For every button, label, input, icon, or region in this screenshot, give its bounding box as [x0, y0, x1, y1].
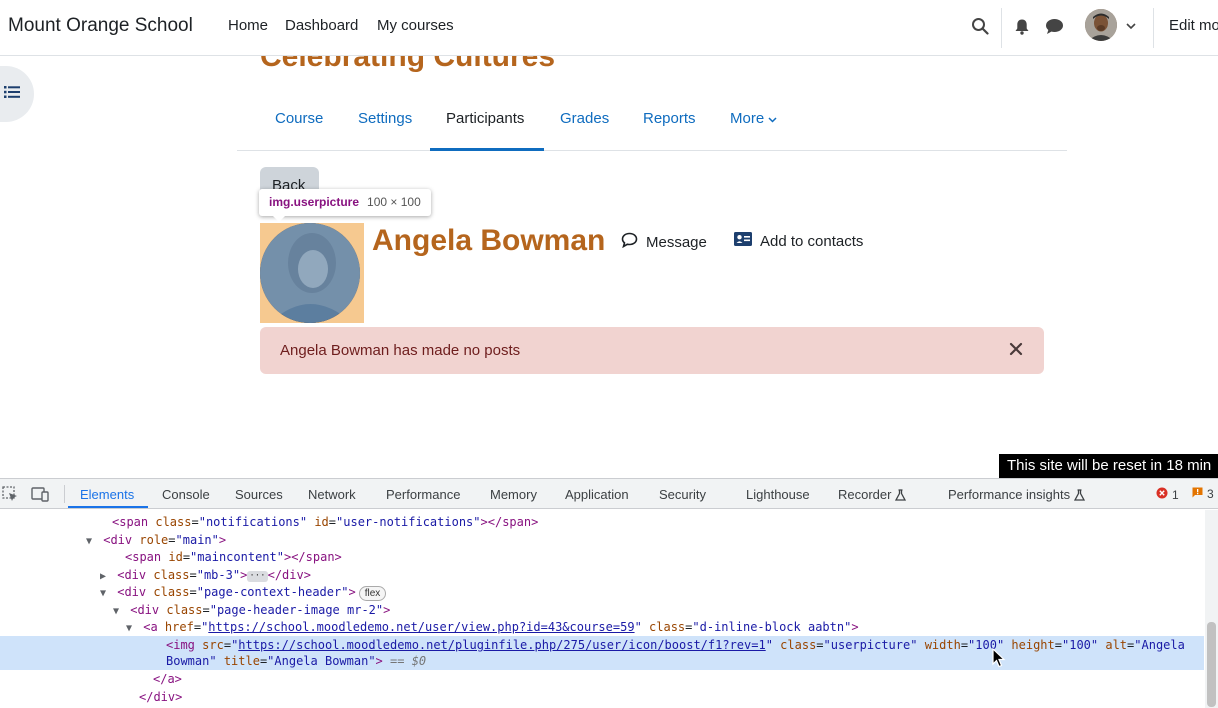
- tooltip-arrow: [272, 215, 286, 222]
- devtools-tab-network[interactable]: Network: [308, 487, 356, 502]
- nav-link-dashboard[interactable]: Dashboard: [285, 17, 358, 34]
- dom-line-anchor-close[interactable]: </a>: [153, 671, 182, 688]
- flask-icon: [895, 489, 907, 504]
- userpicture-highlight: [260, 223, 364, 323]
- flask-icon: [1074, 489, 1086, 504]
- inspect-highlight-overlay: [260, 223, 360, 323]
- tab-reports[interactable]: Reports: [643, 110, 696, 127]
- address-card-icon: [734, 232, 752, 250]
- devtools-tab-security[interactable]: Security: [659, 487, 706, 502]
- mouse-cursor-icon: [992, 647, 1006, 668]
- devtools-tab-recorder[interactable]: Recorder: [838, 487, 907, 504]
- elements-dom-tree[interactable]: <span class="notifications" id="user-not…: [0, 510, 1204, 708]
- devtools-tab-console[interactable]: Console: [162, 487, 210, 502]
- search-icon[interactable]: [970, 16, 990, 36]
- edit-mode-toggle[interactable]: Edit mo: [1169, 17, 1218, 34]
- warning-counter[interactable]: 3: [1192, 487, 1214, 501]
- error-counter[interactable]: 1: [1156, 487, 1179, 502]
- add-to-contacts-button[interactable]: Add to contacts: [734, 232, 863, 250]
- user-avatar[interactable]: [1085, 9, 1117, 41]
- profile-name: Angela Bowman: [372, 224, 606, 257]
- device-toolbar-icon[interactable]: [31, 486, 49, 502]
- no-posts-alert: Angela Bowman has made no posts: [260, 327, 1044, 374]
- message-label: Message: [646, 233, 707, 251]
- devtools-inspect-tooltip: img.userpicture 100 × 100: [259, 189, 431, 216]
- tooltip-size: 100 × 100: [367, 195, 421, 209]
- devtools-tab-performance-insights[interactable]: Performance insights: [948, 487, 1086, 504]
- devtools-tab-application[interactable]: Application: [565, 487, 629, 502]
- tab-participants[interactable]: Participants: [446, 110, 524, 127]
- message-button[interactable]: Message: [621, 232, 707, 252]
- navbar-divider: [1153, 8, 1154, 48]
- tab-grades[interactable]: Grades: [560, 110, 609, 127]
- dom-line-div-close[interactable]: </div>: [139, 689, 182, 706]
- active-tab-indicator: [430, 148, 544, 151]
- site-reset-notice: This site will be reset in 18 min: [999, 454, 1218, 478]
- dom-tree-scrollbar[interactable]: [1205, 510, 1218, 708]
- chat-icon[interactable]: [1044, 17, 1064, 35]
- speech-bubble-icon: [621, 232, 638, 252]
- warning-count: 3: [1207, 487, 1214, 501]
- error-count: 1: [1172, 487, 1179, 502]
- close-icon[interactable]: [1009, 342, 1025, 358]
- dom-line-page-context-header[interactable]: ▼ <div class="page-context-header"> flex: [100, 584, 387, 601]
- tooltip-selector: img.userpicture: [269, 195, 360, 209]
- course-secondary-nav: Course Settings Participants Grades Repo…: [237, 100, 1067, 151]
- devtools-panel: Elements Console Sources Network Perform…: [0, 478, 1218, 708]
- devtools-tab-performance[interactable]: Performance: [386, 487, 460, 502]
- inspect-element-icon[interactable]: [2, 486, 20, 502]
- navbar-divider: [1001, 8, 1002, 48]
- top-navbar: Mount Orange School Home Dashboard My co…: [0, 0, 1218, 56]
- site-brand[interactable]: Mount Orange School: [8, 15, 193, 37]
- nav-link-my-courses[interactable]: My courses: [377, 17, 454, 34]
- dom-line-img[interactable]: <img src="https://school.moodledemo.net/…: [166, 637, 1185, 654]
- devtools-tab-elements[interactable]: Elements: [80, 487, 134, 502]
- scrollbar-thumb[interactable]: [1207, 622, 1216, 707]
- chevron-down-icon[interactable]: [1125, 21, 1137, 31]
- error-icon: [1156, 487, 1168, 502]
- dom-line-mb3[interactable]: ▶ <div class="mb-3"> ··· </div>: [100, 567, 311, 584]
- dom-line-notifications[interactable]: <span class="notifications" id="user-not…: [112, 514, 538, 531]
- performance-insights-label: Performance insights: [948, 487, 1071, 502]
- devtools-active-tab-indicator: [68, 506, 148, 508]
- tab-course[interactable]: Course: [275, 110, 323, 127]
- userpicture[interactable]: [260, 223, 360, 323]
- tab-more[interactable]: More: [730, 110, 777, 127]
- dom-line-page-header-image[interactable]: ▼ <div class="page-header-image mr-2">: [113, 602, 390, 619]
- chevron-down-icon: [768, 110, 777, 127]
- dom-line-maincontent[interactable]: <span id="maincontent"></span>: [125, 549, 342, 566]
- toolbar-divider: [64, 485, 65, 503]
- add-to-contacts-label: Add to contacts: [760, 232, 864, 250]
- devtools-toolbar: Elements Console Sources Network Perform…: [0, 479, 1218, 509]
- tab-settings[interactable]: Settings: [358, 110, 412, 127]
- devtools-tab-memory[interactable]: Memory: [490, 487, 537, 502]
- warning-icon: [1192, 487, 1203, 501]
- devtools-tab-sources[interactable]: Sources: [235, 487, 283, 502]
- dom-line-img-cont[interactable]: Bowman" title="Angela Bowman"> == $0: [166, 653, 426, 670]
- list-icon: [4, 85, 20, 104]
- dom-line-main[interactable]: ▼ <div role="main">: [86, 532, 226, 549]
- alert-message: Angela Bowman has made no posts: [280, 342, 521, 359]
- devtools-tab-lighthouse[interactable]: Lighthouse: [746, 487, 810, 502]
- course-index-toggle[interactable]: [0, 66, 34, 122]
- dom-line-anchor[interactable]: ▼ <a href="https://school.moodledemo.net…: [126, 619, 859, 636]
- bell-icon[interactable]: [1013, 17, 1031, 35]
- tab-more-label: More: [730, 110, 765, 127]
- nav-link-home[interactable]: Home: [228, 17, 268, 34]
- recorder-label: Recorder: [838, 487, 892, 502]
